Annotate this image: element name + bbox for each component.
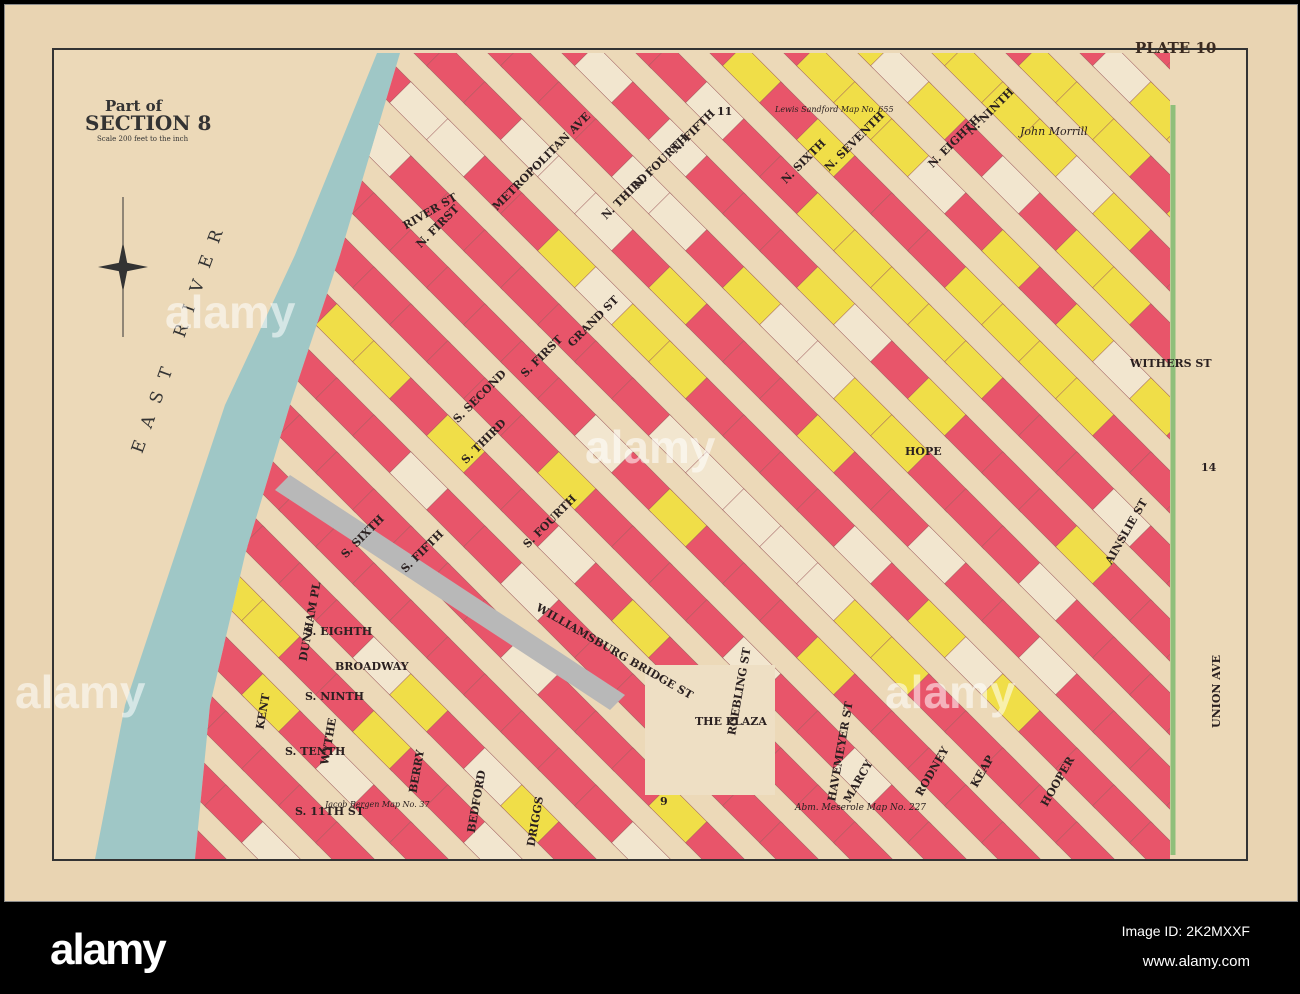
section-number: 14	[1201, 461, 1217, 474]
owner-label: Jacob Bergen Map No. 37	[325, 800, 430, 809]
street-label: S. NINTH	[305, 690, 365, 703]
image-id: Image ID: 2K2MXXF	[1121, 923, 1250, 939]
scale-note: Scale 200 feet to the inch	[97, 135, 189, 143]
footer-bar: alamy Image ID: 2K2MXXF www.alamy.com	[0, 903, 1300, 994]
watermark: alamy	[885, 666, 1016, 718]
street-label: HOPE	[905, 445, 942, 458]
section-number: 11	[717, 105, 733, 118]
watermark: alamy	[165, 286, 296, 338]
street-label: BROADWAY	[335, 660, 409, 673]
title-section: SECTION 8	[85, 111, 212, 135]
site-url: www.alamy.com	[1142, 953, 1250, 970]
street-label: S. TENTH	[285, 745, 346, 758]
owner-label: Lewis Sandford Map No. 655	[775, 105, 894, 114]
alamy-logo: alamy	[50, 925, 167, 974]
street-label: UNION AVE	[1209, 655, 1223, 728]
map-sheet: PLATE 10 Part of SECTION 8 Scale 200 fee…	[4, 4, 1298, 902]
owner-label: Abm. Meserole Map No. 227	[795, 803, 927, 813]
street-label: WITHERS ST	[1130, 357, 1212, 370]
watermark: alamy	[15, 666, 146, 718]
watermark: alamy	[585, 421, 716, 473]
plate-number: PLATE 10	[1135, 39, 1217, 57]
owner-label: John Morrill	[1020, 125, 1088, 138]
section-number: 9	[660, 795, 668, 808]
